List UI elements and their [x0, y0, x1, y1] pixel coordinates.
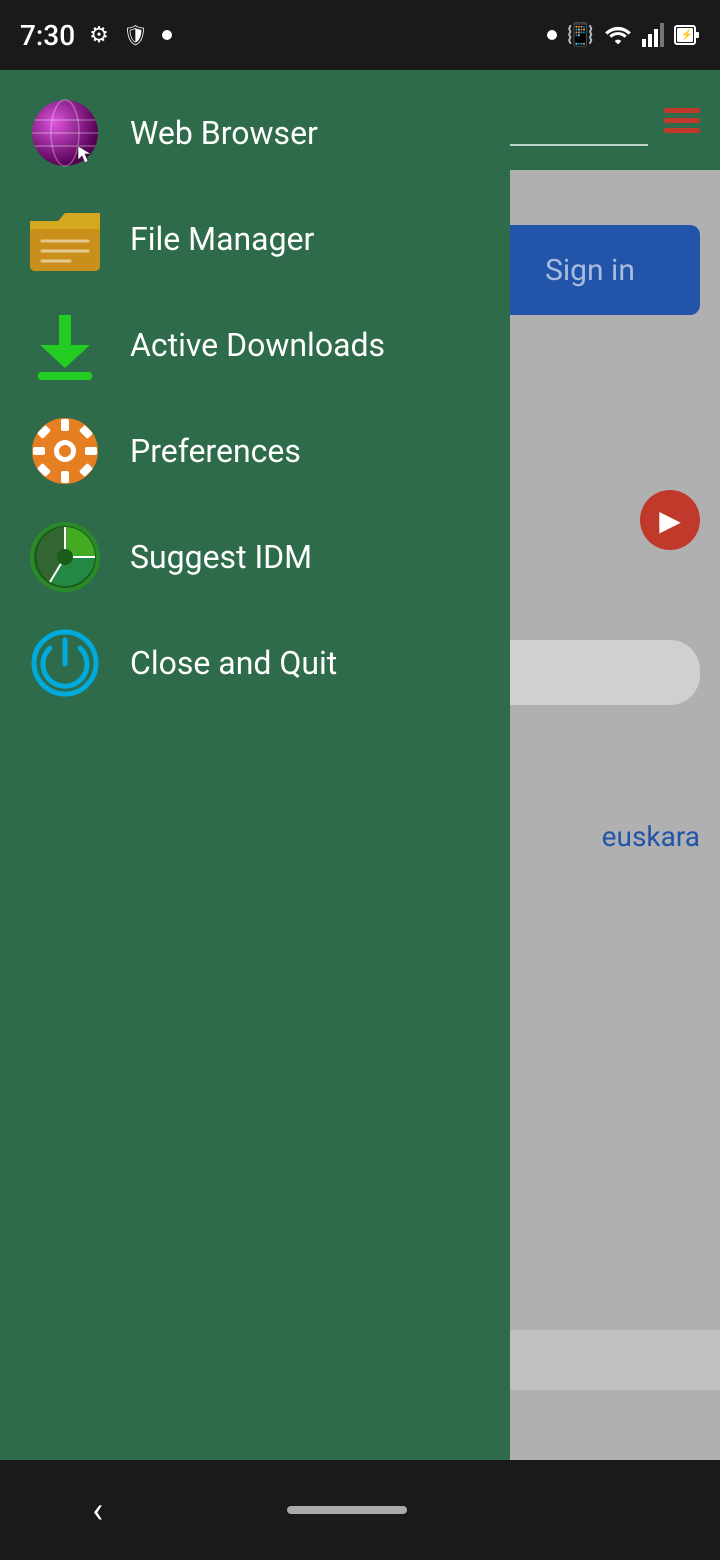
gear-icon [30, 416, 100, 486]
drawer-item-preferences[interactable]: Preferences [0, 398, 510, 504]
drawer-item-active-downloads[interactable]: Active Downloads [0, 292, 510, 398]
web-browser-label: Web Browser [130, 114, 318, 152]
status-left: 7:30 ⚙ 🛡 [20, 19, 172, 52]
status-right: 📳 ⚡ [547, 23, 700, 48]
drawer-item-close-quit[interactable]: Close and Quit [0, 610, 510, 716]
sign-in-button[interactable]: Sign in [480, 225, 700, 315]
menu-icon[interactable] [664, 108, 700, 133]
suggest-idm-label: Suggest IDM [130, 538, 312, 576]
download-icon [30, 310, 100, 380]
wifi-icon [604, 23, 632, 47]
active-downloads-label: Active Downloads [130, 326, 385, 364]
drawer-items: Web Browser File Manager [0, 70, 510, 726]
status-time: 7:30 [20, 19, 75, 52]
bg-search-box [480, 640, 700, 705]
close-quit-label: Close and Quit [130, 644, 337, 682]
file-manager-label: File Manager [130, 220, 314, 258]
power-icon [30, 628, 100, 698]
preferences-label: Preferences [130, 432, 301, 470]
nav-bar: ‹ [0, 1460, 720, 1560]
status-dot [162, 30, 172, 40]
sign-in-label: Sign in [545, 253, 635, 288]
bg-arrow-icon: ▶ [640, 490, 700, 550]
drawer-item-suggest-idm[interactable]: Suggest IDM [0, 504, 510, 610]
nav-back-button[interactable]: ‹ [92, 1489, 103, 1531]
svg-text:⚡: ⚡ [681, 28, 693, 41]
folder-icon [30, 204, 100, 274]
euskara-link[interactable]: euskara [602, 820, 700, 853]
drawer-item-web-browser[interactable]: Web Browser [0, 80, 510, 186]
settings-icon: ⚙ [89, 23, 109, 48]
drawer-item-file-manager[interactable]: File Manager [0, 186, 510, 292]
globe-icon [30, 98, 100, 168]
side-drawer: Web Browser File Manager [0, 70, 510, 1490]
battery-icon: ⚡ [674, 23, 700, 47]
vibrate-icon: 📳 [567, 23, 594, 48]
nav-home-pill[interactable] [287, 1506, 407, 1514]
bg-bottom-bar [500, 1330, 720, 1390]
status-bar: 7:30 ⚙ 🛡 📳 ⚡ [0, 0, 720, 70]
idm-icon [30, 522, 100, 592]
signal-dot [547, 30, 557, 40]
signal-icon [642, 23, 664, 47]
shield-icon: 🛡 [123, 23, 148, 47]
